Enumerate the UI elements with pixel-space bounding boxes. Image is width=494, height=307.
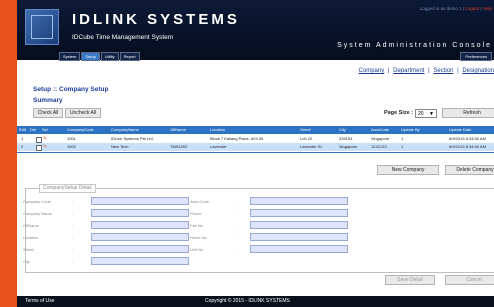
chevron-down-icon: ▼ <box>429 111 434 117</box>
cell-company-name: IDLink Systems Pte Ltd. <box>111 136 154 141</box>
copyright: Copyright © 2015 - IDLINK SYSTEMS <box>205 298 290 304</box>
nav-setup[interactable]: Setup <box>81 52 100 61</box>
page-size-select[interactable]: 20 ▼ <box>415 109 437 118</box>
unit-no-field[interactable] <box>250 245 348 253</box>
detail-legend: CompanySetup Detail <box>39 184 96 193</box>
city-field[interactable] <box>91 257 189 265</box>
label-home-no: Home No <box>190 235 207 240</box>
cell-street: Lavender St. <box>300 144 323 149</box>
row-number: 1 <box>21 136 24 141</box>
header-edit[interactable]: Edit <box>19 126 26 134</box>
cell-offname: TMS1002 <box>170 144 188 149</box>
page: IDLINK SYSTEMS IDCube Time Management Sy… <box>17 0 494 307</box>
cell-street: Loh 20 <box>300 136 313 141</box>
label-area-code: Area Code <box>190 199 210 204</box>
street-field[interactable] <box>91 245 189 253</box>
row-select-checkbox[interactable] <box>36 145 42 151</box>
home-no-field[interactable] <box>250 233 348 241</box>
label-phone: Phone <box>190 211 202 216</box>
cell-location: Block 7 Kallang Place, #03-05 <box>210 136 264 141</box>
brand-name: IDLINK SYSTEMS <box>72 11 240 28</box>
label-company-name: Company Name <box>23 211 52 216</box>
terms-link[interactable]: Terms of Use <box>25 298 54 304</box>
edit-pencil-icon[interactable]: ✎ <box>43 136 47 142</box>
new-company-button[interactable]: New Company <box>377 165 439 175</box>
header-company-code[interactable]: CompanyCode <box>67 126 94 134</box>
company-code-field[interactable] <box>91 197 189 205</box>
nav-utility[interactable]: Utility <box>100 52 119 61</box>
table-row[interactable]: 1 ✎ 1001 IDLink Systems Pte Ltd. Block 7… <box>17 135 494 143</box>
cell-update-date: 6/9/2015 8:34:00 AM <box>449 144 486 149</box>
nav-report[interactable]: Report <box>119 52 140 61</box>
phone-field[interactable] <box>250 209 348 217</box>
footer: Terms of Use Copyright © 2015 - IDLINK S… <box>17 296 494 307</box>
breadcrumb: Setup :: Company Setup <box>33 86 109 93</box>
header-update-by[interactable]: Update By <box>401 126 420 134</box>
label-fax-no: Fax No <box>190 223 203 228</box>
delete-company-button[interactable]: Delete Company <box>445 165 494 175</box>
header-del[interactable]: Del <box>30 126 36 134</box>
header-offname[interactable]: OffName <box>170 126 186 134</box>
company-name-field[interactable] <box>91 209 189 217</box>
save-detail-button[interactable]: Save Detail <box>385 275 435 285</box>
cell-update-by: 1 <box>401 144 404 149</box>
check-all-button[interactable]: Check All <box>33 108 63 118</box>
label-offname: OffName <box>23 223 39 228</box>
cell-update-by: 1 <box>401 136 404 141</box>
nav-system[interactable]: System <box>59 52 81 61</box>
label-unit-no: Unit No <box>190 247 204 252</box>
page-size-label: Page Size : <box>384 110 414 116</box>
edit-pencil-icon[interactable]: ✎ <box>43 144 47 150</box>
cell-update-date: 6/9/2015 8:34:00 AM <box>449 136 486 141</box>
header-update-date[interactable]: Update Date <box>449 126 471 134</box>
refresh-button[interactable]: Refresh <box>442 108 494 118</box>
header-company-name[interactable]: CompanyName <box>111 126 139 134</box>
offname-field[interactable] <box>91 221 189 229</box>
cell-company-code: 1001 <box>67 136 76 141</box>
link-section[interactable]: Section <box>433 68 453 74</box>
link-designation[interactable]: Designation <box>462 68 494 74</box>
section-title: Summary <box>33 97 63 104</box>
cancel-button[interactable]: Cancel <box>445 275 494 285</box>
header-sel[interactable]: Sel <box>42 126 48 134</box>
table-header: Edit Del Sel CompanyCode CompanyName Off… <box>17 126 494 134</box>
preferences-button[interactable]: Preferences <box>460 52 492 61</box>
logout-link[interactable]: Logout <box>465 6 479 11</box>
logged-in-text: Logged in as demo 1 | <box>419 6 465 11</box>
uncheck-all-button[interactable]: Uncheck All <box>65 108 101 118</box>
link-department[interactable]: Department <box>393 68 424 74</box>
label-location: Location <box>23 235 39 240</box>
page-size-value: 20 <box>418 111 424 117</box>
cell-city: 339153 <box>339 136 353 141</box>
top-nav: System Setup Utility Report <box>59 52 140 61</box>
cell-city: Singapore <box>339 144 358 149</box>
header-location[interactable]: Location <box>210 126 225 134</box>
cell-company-code: 1002 <box>67 144 76 149</box>
link-company[interactable]: Company <box>359 68 385 74</box>
label-street: Street <box>23 247 34 252</box>
logo-icon <box>25 9 59 45</box>
quick-links: Company | Department | Section | Designa… <box>358 68 494 74</box>
app-subtitle: IDCube Time Management System <box>72 34 174 41</box>
row-number: 2 <box>21 144 24 149</box>
fax-no-field[interactable] <box>250 221 348 229</box>
header-area-code[interactable]: AreaCode <box>371 126 389 134</box>
header-street[interactable]: Street <box>300 126 311 134</box>
cell-location: Lavender <box>210 144 227 149</box>
cell-area-code: 1242123 <box>371 144 387 149</box>
table-row[interactable]: 2 ✎ 1002 New Tech TMS1002 Lavender Laven… <box>17 143 494 151</box>
help-link[interactable]: Help <box>483 6 492 11</box>
cell-company-name: New Tech <box>111 144 129 149</box>
header-city[interactable]: City <box>339 126 346 134</box>
logged-in-info: Logged in as demo 1 | Logout | Help <box>419 6 492 11</box>
area-code-field[interactable] <box>250 197 348 205</box>
location-field[interactable] <box>91 233 189 241</box>
table-divider <box>17 152 494 153</box>
console-title: System Administration Console <box>337 42 492 49</box>
label-city: City <box>23 259 30 264</box>
cell-area-code: Singapore <box>371 136 390 141</box>
label-company-code: Company Code <box>23 199 51 204</box>
header: IDLINK SYSTEMS IDCube Time Management Sy… <box>17 0 494 61</box>
